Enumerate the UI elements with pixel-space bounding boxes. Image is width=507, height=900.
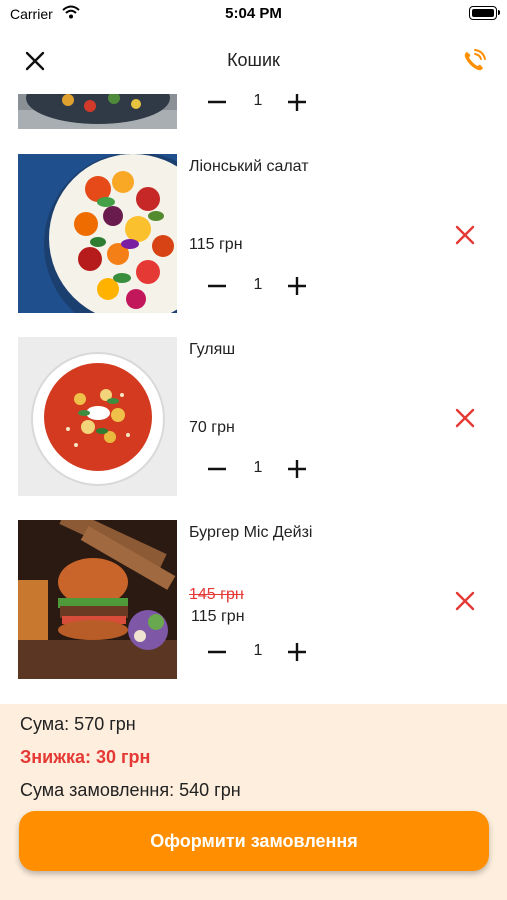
page-title: Кошик — [227, 50, 280, 70]
close-icon — [455, 591, 475, 611]
old-price: 145 грн — [189, 586, 244, 603]
dish-name: Гуляш — [189, 341, 236, 358]
remove-item-button[interactable] — [452, 405, 478, 431]
order-total-label: Сума замовлення: 540 грн — [20, 780, 241, 800]
decrease-button[interactable] — [205, 94, 229, 114]
quantity-value: 1 — [253, 94, 263, 109]
minus-icon — [208, 100, 226, 104]
quantity-stepper: 1 — [205, 94, 315, 116]
minus-icon — [208, 284, 226, 288]
dish-image — [18, 94, 177, 129]
dish-price: 70 грн — [189, 419, 235, 436]
cart-list[interactable]: 1 Ліонський салат 115 грн 1 Гуляш 70 грн… — [0, 94, 507, 704]
status-bar: Carrier 5:04 PM — [0, 0, 507, 28]
subtotal-label: Сума: 570 грн — [20, 714, 136, 734]
cart-item: 1 — [0, 94, 507, 130]
cart-item: Гуляш 70 грн 1 — [0, 337, 507, 497]
increase-button[interactable] — [285, 94, 309, 114]
minus-icon — [208, 467, 226, 471]
plus-icon — [288, 94, 306, 111]
quantity-stepper: 1 — [205, 636, 315, 666]
quantity-stepper: 1 — [205, 453, 315, 483]
decrease-button[interactable] — [205, 457, 229, 481]
decrease-button[interactable] — [205, 274, 229, 298]
plus-icon — [288, 643, 306, 661]
battery-icon — [469, 6, 500, 20]
close-icon — [455, 408, 475, 428]
remove-item-button[interactable] — [452, 222, 478, 248]
checkout-button-label: Оформити замовлення — [150, 831, 358, 851]
dish-image — [18, 154, 177, 313]
nav-bar: Кошик — [0, 38, 507, 82]
checkout-button[interactable]: Оформити замовлення — [19, 811, 489, 871]
quantity-value: 1 — [253, 459, 263, 476]
minus-icon — [208, 650, 226, 654]
dish-name: Бургер Міс Дейзі — [189, 524, 313, 541]
dish-image — [18, 337, 177, 496]
increase-button[interactable] — [285, 640, 309, 664]
plus-icon — [288, 277, 306, 295]
remove-item-button[interactable] — [452, 588, 478, 614]
order-summary: Сума: 570 грн Знижка: 30 грн Сума замовл… — [0, 704, 507, 900]
cart-item: Бургер Міс Дейзі 145 грн 115 грн 1 — [0, 520, 507, 680]
discount-label: Знижка: 30 грн — [20, 747, 151, 767]
quantity-value: 1 — [253, 276, 263, 293]
dish-price: 115 грн — [189, 236, 243, 253]
call-button[interactable] — [459, 46, 489, 76]
quantity-value: 1 — [253, 642, 263, 659]
dish-price: 115 грн — [191, 608, 245, 625]
dish-image — [18, 520, 177, 679]
phone-icon — [464, 49, 486, 71]
decrease-button[interactable] — [205, 640, 229, 664]
increase-button[interactable] — [285, 274, 309, 298]
quantity-stepper: 1 — [205, 270, 315, 300]
dish-name: Ліонський салат — [189, 158, 309, 175]
cart-item: Ліонський салат 115 грн 1 — [0, 154, 507, 314]
plus-icon — [288, 460, 306, 478]
close-icon — [455, 225, 475, 245]
increase-button[interactable] — [285, 457, 309, 481]
clock: 5:04 PM — [225, 5, 282, 22]
